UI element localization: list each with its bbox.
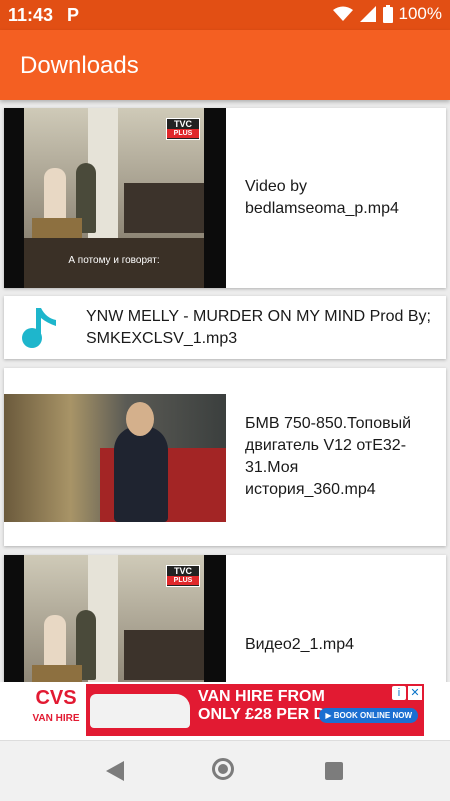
channel-logo: TVC PLUS (166, 565, 200, 587)
music-note-icon (22, 308, 56, 348)
system-nav-bar (0, 740, 450, 801)
back-icon[interactable] (106, 761, 124, 781)
download-item[interactable]: YNW MELLY - MURDER ON MY MIND Prod By; S… (4, 296, 446, 359)
signal-icon (359, 6, 376, 22)
channel-logo-sub: PLUS (167, 129, 199, 138)
recent-apps-icon[interactable] (325, 762, 343, 780)
ad-info-icon[interactable]: i (392, 686, 406, 700)
channel-logo-sub: PLUS (167, 576, 199, 585)
download-item[interactable]: TVC PLUS А потому и говорят: Video by be… (4, 108, 446, 288)
ad-brand: CVS (35, 687, 77, 709)
page-title: Downloads (20, 52, 139, 79)
status-time: 11:43 (8, 5, 54, 25)
download-item-name: Video by bedlamseoma_p.mp4 (245, 178, 399, 217)
ad-headline-line-1: VAN HIRE FROM (198, 688, 325, 705)
wifi-icon (332, 6, 353, 21)
status-bar: 11:43 P 100% (0, 0, 450, 30)
ad-brand-sub: VAN HIRE (32, 713, 80, 724)
app-bar: Downloads (0, 30, 450, 100)
ad-cta-button[interactable]: ▶ BOOK ONLINE NOW (319, 708, 418, 723)
download-item-name: Видео2_1.mp4 (245, 636, 355, 653)
ad-brand-logo: CVS VAN HIRE (26, 684, 86, 736)
channel-logo-text: TVC (174, 119, 192, 129)
status-icons: 100% (332, 4, 442, 24)
battery-level: 100% (398, 4, 442, 23)
video-caption: А потому и говорят: (68, 255, 160, 266)
ad-banner-area: CVS VAN HIRE VAN HIRE FROM ONLY £28 PER … (0, 682, 450, 740)
download-item-name: YNW MELLY - MURDER ON MY MIND Prod By; S… (86, 307, 431, 347)
video-thumbnail: TVC PLUS А потому и говорят: (4, 108, 226, 288)
ad-close-icon[interactable]: ✕ (408, 686, 422, 700)
ad-banner[interactable]: CVS VAN HIRE VAN HIRE FROM ONLY £28 PER … (26, 684, 424, 736)
download-item[interactable]: БМВ 750-850.Топовый двигатель V12 отЕ32-… (4, 368, 446, 546)
battery-icon (382, 5, 393, 23)
home-icon[interactable] (212, 758, 234, 780)
video-thumbnail (4, 368, 226, 546)
notification-p-icon: P (67, 5, 80, 25)
van-image (90, 694, 190, 728)
video-thumbnail: TVC PLUS (4, 555, 226, 682)
download-item[interactable]: TVC PLUS Видео2_1.mp4 (4, 555, 446, 682)
download-item-name: БМВ 750-850.Топовый двигатель V12 отЕ32-… (245, 415, 412, 498)
downloads-list[interactable]: TVC PLUS А потому и говорят: Video by be… (0, 100, 450, 682)
channel-logo-text: TVC (174, 566, 192, 576)
channel-logo: TVC PLUS (166, 118, 200, 140)
